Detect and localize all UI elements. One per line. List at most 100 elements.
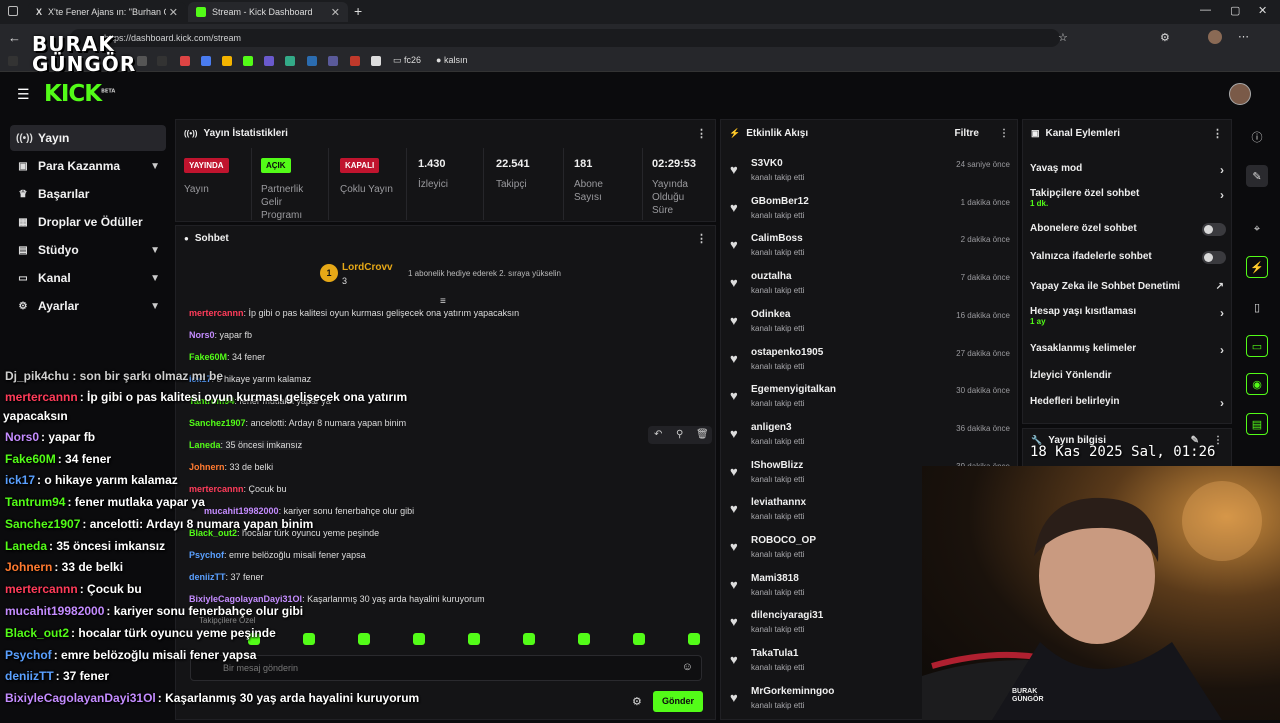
reply-icon[interactable]: ↶ bbox=[654, 429, 662, 440]
bookmark-docs-icon[interactable] bbox=[201, 56, 211, 66]
bookmark-kalsin[interactable]: ● kalsın bbox=[436, 55, 467, 65]
bookmark-folder-fc26[interactable]: ▭ fc26 bbox=[393, 55, 421, 66]
new-tab-icon[interactable]: + bbox=[354, 3, 362, 19]
more-options-icon[interactable]: ⋮ bbox=[1212, 127, 1223, 140]
event-item[interactable]: ♥ GBomBer12 kanalı takip etti 1 dakika önce bbox=[726, 194, 1012, 232]
scroll-handle-icon[interactable]: ≡ bbox=[440, 296, 446, 307]
toggle-switch[interactable] bbox=[1202, 223, 1226, 236]
channel-action[interactable]: Abonelere özel sohbet bbox=[1030, 223, 1226, 236]
event-item[interactable]: ♥ CalimBoss kanalı takip etti 2 dakika önce bbox=[726, 231, 1012, 269]
channel-action[interactable]: Takipçilere özel sohbet 1 dk. › bbox=[1030, 188, 1226, 208]
sidebar-item-ayarlar[interactable]: ⚙ Ayarlar ▼ bbox=[10, 293, 166, 319]
chat-message[interactable]: deniizTT: 37 fener bbox=[189, 572, 264, 582]
chat-username[interactable]: mertercannn bbox=[189, 484, 244, 494]
bookmark-icon[interactable] bbox=[328, 56, 338, 66]
browser-tab-2[interactable]: Stream - Kick Dashboard ✕ bbox=[188, 2, 348, 22]
sidebar-item-para-kazanma[interactable]: ▣ Para Kazanma ▼ bbox=[10, 153, 166, 179]
event-item[interactable]: ♥ Odinkea kanalı takip etti 16 dakika önce bbox=[726, 307, 1012, 345]
bookmark-x-icon[interactable] bbox=[8, 56, 18, 66]
chat-username[interactable]: Psychof bbox=[189, 550, 224, 560]
bookmark-drive-icon[interactable] bbox=[222, 56, 232, 66]
user-avatar[interactable] bbox=[1229, 83, 1251, 105]
channel-action[interactable]: İzleyici Yönlendir bbox=[1030, 370, 1226, 381]
chat-message[interactable]: Laneda: 35 öncesi imkansız bbox=[189, 440, 303, 450]
bookmark-icon[interactable] bbox=[157, 56, 167, 66]
chat-message[interactable]: BixiyleCagolayanDayi31Ol: Kaşarlanmış 30… bbox=[189, 594, 485, 604]
channel-action[interactable]: Yalnızca ifadelerle sohbet bbox=[1030, 251, 1226, 264]
chat-message[interactable]: mucahit19982000: kariyer sonu fenerbahçe… bbox=[204, 506, 414, 516]
quick-actions-icon[interactable]: ⚡ bbox=[1246, 256, 1268, 278]
event-item[interactable]: ♥ ostapenko1905 kanalı takip etti 27 dakika… bbox=[726, 345, 1012, 383]
panel-toggle-icon[interactable]: ▤ bbox=[1246, 413, 1268, 435]
event-item[interactable]: ♥ ouztalha kanalı takip etti 7 dakika önce bbox=[726, 269, 1012, 307]
event-username[interactable]: TakaTula1 bbox=[751, 648, 798, 659]
more-menu-icon[interactable]: ⋯ bbox=[1238, 30, 1249, 43]
chat-username[interactable]: Nors0 bbox=[189, 330, 215, 340]
edit-layout-icon[interactable]: ✎ bbox=[1246, 165, 1268, 187]
channel-action[interactable]: Yavaş mod › bbox=[1030, 163, 1226, 177]
chat-input[interactable]: Bir mesaj gönderin ☺ bbox=[190, 655, 702, 681]
event-username[interactable]: MrGorkeminngoo bbox=[751, 686, 834, 697]
event-username[interactable]: IShowBlizz bbox=[751, 460, 803, 471]
chat-message[interactable]: Nors0: yapar fb bbox=[189, 330, 252, 340]
chat-username[interactable]: Sanchez1907 bbox=[189, 418, 246, 428]
chat-username[interactable]: Johnern bbox=[189, 462, 225, 472]
pin-icon[interactable]: ⚲ bbox=[676, 429, 683, 440]
emote-icon[interactable] bbox=[688, 633, 700, 645]
sidebar-item-yayin[interactable]: ((•)) Yayın bbox=[10, 125, 166, 151]
bookmark-gmail-icon[interactable] bbox=[180, 56, 190, 66]
filter-button[interactable]: Filtre bbox=[955, 128, 979, 139]
kick-logo[interactable]: KICKBETA bbox=[44, 81, 115, 107]
emote-icon[interactable] bbox=[303, 633, 315, 645]
info-icon[interactable]: ⓘ bbox=[1246, 126, 1268, 148]
maximize-icon[interactable]: ▢ bbox=[1230, 4, 1240, 17]
extensions-icon[interactable]: ⚙ bbox=[1160, 31, 1170, 44]
bookmark-icon[interactable] bbox=[285, 56, 295, 66]
broadcast-toggle-icon[interactable]: ◉ bbox=[1246, 373, 1268, 395]
event-username[interactable]: anligen3 bbox=[751, 422, 792, 433]
url-field[interactable]: https://dashboard.kick.com/stream bbox=[70, 29, 1060, 47]
emote-icon[interactable] bbox=[633, 633, 645, 645]
emoji-picker-icon[interactable]: ☺ bbox=[682, 661, 693, 673]
capture-icon[interactable]: ⌖ bbox=[1246, 218, 1268, 240]
chat-toggle-icon[interactable]: ▭ bbox=[1246, 335, 1268, 357]
channel-action[interactable]: Yasaklanmış kelimeler › bbox=[1030, 343, 1226, 357]
chat-username[interactable]: Fake60M bbox=[189, 352, 227, 362]
back-icon[interactable]: ← bbox=[8, 30, 21, 45]
bookmark-icon[interactable] bbox=[137, 56, 147, 66]
event-username[interactable]: Mami3818 bbox=[751, 573, 799, 584]
chat-username[interactable]: BixiyleCagolayanDayi31Ol bbox=[189, 594, 302, 604]
hamburger-menu-icon[interactable]: ☰ bbox=[17, 86, 30, 103]
more-options-icon[interactable]: ⋮ bbox=[696, 127, 707, 140]
favorite-star-icon[interactable]: ☆ bbox=[1058, 31, 1068, 44]
chat-username[interactable]: Laneda bbox=[189, 440, 221, 450]
event-username[interactable]: GBomBer12 bbox=[751, 196, 809, 207]
event-username[interactable]: ostapenko1905 bbox=[751, 347, 823, 358]
emote-icon[interactable] bbox=[468, 633, 480, 645]
emote-icon[interactable] bbox=[413, 633, 425, 645]
close-window-icon[interactable]: ✕ bbox=[1258, 4, 1267, 17]
event-username[interactable]: S3VK0 bbox=[751, 158, 783, 169]
chat-username[interactable]: mucahit19982000 bbox=[204, 506, 279, 516]
event-item[interactable]: ♥ Egemenyigitalkan kanalı takip etti 30 dak… bbox=[726, 382, 1012, 420]
event-username[interactable]: CalimBoss bbox=[751, 233, 803, 244]
delete-icon[interactable]: 🗑 bbox=[696, 429, 709, 440]
more-options-icon[interactable]: ⋮ bbox=[999, 128, 1009, 139]
chat-message[interactable]: Johnern: 33 de belki bbox=[189, 462, 273, 472]
bookmark-icon[interactable] bbox=[350, 56, 360, 66]
channel-action[interactable]: Hesap yaşı kısıtlaması 1 ay › bbox=[1030, 306, 1226, 326]
sidebar-item-studyo[interactable]: ▤ Stüdyo ▼ bbox=[10, 237, 166, 263]
profile-avatar[interactable] bbox=[1208, 30, 1222, 44]
toggle-switch[interactable] bbox=[1202, 251, 1226, 264]
chat-message[interactable]: mertercannn: Çocuk bu bbox=[189, 484, 287, 494]
close-tab-icon[interactable]: ✕ bbox=[331, 6, 340, 19]
minimize-icon[interactable]: — bbox=[1200, 4, 1211, 16]
bookmark-icon[interactable] bbox=[264, 56, 274, 66]
bookmark-icon[interactable] bbox=[371, 56, 381, 66]
sidebar-item-droplar[interactable]: ▦ Droplar ve Ödüller bbox=[10, 209, 166, 235]
browser-tab-1[interactable]: X X'te Fener Ajans ın: "Burhan Can ✕ bbox=[28, 2, 186, 22]
event-username[interactable]: dilenciyaragi31 bbox=[751, 610, 823, 621]
event-username[interactable]: leviathannx bbox=[751, 497, 806, 508]
close-tab-icon[interactable]: ✕ bbox=[169, 6, 178, 19]
event-item[interactable]: ♥ S3VK0 kanalı takip etti 24 saniye önce bbox=[726, 156, 1012, 194]
